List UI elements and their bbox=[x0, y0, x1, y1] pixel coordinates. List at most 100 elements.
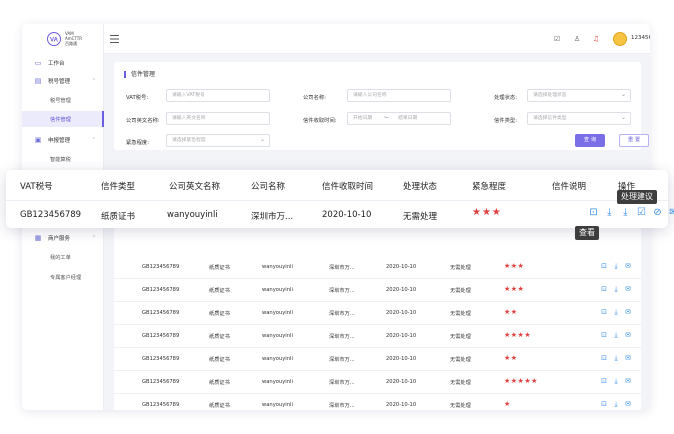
vat-cell: GB123456789 bbox=[142, 402, 180, 408]
merchant-icon: ▦ bbox=[34, 234, 42, 242]
cn-name-cell: 深圳市万... bbox=[329, 357, 355, 363]
mail-icon[interactable]: ✉ bbox=[624, 400, 632, 408]
sidebar-item-merchant[interactable]: ▦ 商户服务 ⌃ bbox=[22, 230, 104, 246]
monitor-icon: ▭ bbox=[34, 59, 42, 67]
range-separator: ～ bbox=[383, 116, 389, 121]
download-icon[interactable]: ⤓ bbox=[604, 207, 615, 218]
checklist-icon[interactable]: ☑ bbox=[553, 35, 561, 43]
vat-cell: GB123456789 bbox=[142, 356, 180, 362]
query-button[interactable]: 查 询 bbox=[575, 134, 605, 147]
suggest-icon[interactable]: ⊘ bbox=[652, 207, 663, 218]
download-icon[interactable]: ⤓ bbox=[620, 207, 631, 218]
urgency-stars: ★★★★★ bbox=[504, 377, 538, 385]
date-cell: 2020-10-10 bbox=[386, 356, 417, 362]
cn-name-cell: 深圳市万... bbox=[329, 380, 355, 386]
end-date[interactable]: 结束日期 bbox=[398, 116, 417, 121]
view-icon[interactable]: ⊡ bbox=[600, 354, 608, 362]
view-icon[interactable]: ⊡ bbox=[600, 400, 608, 408]
sidebar-item-workbench[interactable]: ▭ 工作台 bbox=[22, 55, 104, 71]
download-icon[interactable]: ⤓ bbox=[612, 331, 620, 339]
status-cell: 无需处理 bbox=[450, 357, 471, 363]
sidebar-item-tax[interactable]: ▤ 税号管理 ⌃ bbox=[22, 73, 104, 89]
check-icon[interactable]: ☑ bbox=[636, 207, 647, 218]
brand-text: VAM AmCTTR 百路通 bbox=[65, 31, 82, 46]
cn-name-cell: 深圳市万... bbox=[329, 403, 355, 409]
type-cell: 纸质证书 bbox=[209, 380, 230, 386]
time-label: 信件收取时间: bbox=[303, 118, 337, 124]
mail-icon[interactable]: ✉ bbox=[624, 354, 632, 362]
mail-icon[interactable]: ✉ bbox=[624, 262, 632, 270]
mail-icon[interactable]: ✉ bbox=[624, 308, 632, 316]
type-cell: 纸质证书 bbox=[209, 311, 230, 317]
tax-icon: ▤ bbox=[34, 77, 42, 85]
download-icon[interactable]: ⤓ bbox=[612, 400, 620, 408]
start-date[interactable]: 开始日期 bbox=[353, 116, 372, 121]
sidebar-subitem-calc[interactable]: 智能算税 bbox=[22, 151, 104, 167]
en-name-cell: wanyouyinli bbox=[167, 210, 218, 220]
cn-name-cell: 深圳市万... bbox=[329, 265, 355, 271]
urgency-stars: ★ bbox=[504, 400, 511, 408]
logo-icon: VA bbox=[47, 31, 61, 46]
letters-table: GB123456789 纸质证书 wanyouyinli 深圳市万... 2020-10… bbox=[114, 220, 641, 410]
date-cell: 2020-10-10 bbox=[386, 402, 417, 408]
mail-icon[interactable]: ✉ bbox=[624, 377, 632, 385]
date-cell: 2020-10-10 bbox=[386, 379, 417, 385]
date-range-input[interactable]: 开始日期 ～ 结束日期 bbox=[347, 112, 451, 125]
urgency-stars: ★★ bbox=[504, 354, 518, 362]
sidebar-subitem-tickets[interactable]: 我的工单 bbox=[22, 249, 104, 265]
view-icon[interactable]: ⊡ bbox=[600, 308, 608, 316]
mail-icon[interactable]: ✉ bbox=[668, 207, 674, 218]
status-select[interactable]: 请选择处理状态 bbox=[527, 89, 631, 102]
sidebar-subitem-letters[interactable]: 信件管理 bbox=[22, 111, 104, 127]
user-id[interactable]: 1234567891 bbox=[631, 35, 650, 41]
column-header: 信件收取时间 bbox=[322, 182, 374, 192]
sidebar-item-label: 税号管理 bbox=[48, 79, 71, 85]
urgency-select[interactable]: 请选择紧急程度 bbox=[166, 134, 270, 147]
en-name-cell: wanyouyinli bbox=[262, 264, 293, 270]
vat-input[interactable]: 请输入VAT税号 bbox=[166, 89, 270, 102]
type-select[interactable]: 请选择信件类型 bbox=[527, 112, 631, 125]
date-cell: 2020-10-10 bbox=[386, 264, 417, 270]
user-icon[interactable]: ♙ bbox=[573, 35, 581, 43]
sidebar-item-declare[interactable]: ▣ 申报管理 ⌃ bbox=[22, 132, 104, 148]
type-cell: 纸质证书 bbox=[209, 357, 230, 363]
sidebar-subitem-tax[interactable]: 税号管理 bbox=[22, 92, 104, 108]
view-icon[interactable]: ⊡ bbox=[600, 262, 608, 270]
row-actions: ⊡ ⤓ ✉ bbox=[600, 285, 632, 293]
avatar[interactable] bbox=[613, 32, 627, 46]
download-icon[interactable]: ⤓ bbox=[612, 377, 620, 385]
download-icon[interactable]: ⤓ bbox=[612, 354, 620, 362]
bell-icon[interactable]: ♫ bbox=[592, 35, 600, 43]
en-name-input[interactable]: 请输入英文名称 bbox=[166, 112, 270, 125]
urgency-stars: ★★★ bbox=[504, 262, 525, 270]
download-icon[interactable]: ⤓ bbox=[612, 262, 620, 270]
column-header: 处理状态 bbox=[403, 182, 438, 192]
sidebar-item-label: 商户服务 bbox=[48, 236, 71, 242]
cn-name-cell: 深圳市万... bbox=[329, 288, 355, 294]
view-icon[interactable]: ⊡ bbox=[600, 377, 608, 385]
vat-cell: GB123456789 bbox=[142, 379, 180, 385]
en-name-cell: wanyouyinli bbox=[262, 356, 293, 362]
menu-icon[interactable] bbox=[110, 35, 119, 43]
date-cell: 2020-10-10 bbox=[386, 333, 417, 339]
brand-line: 百路通 bbox=[65, 41, 77, 46]
vat-cell: GB123456789 bbox=[142, 333, 180, 339]
mail-icon[interactable]: ✉ bbox=[624, 331, 632, 339]
status-cell: 无需处理 bbox=[450, 311, 471, 317]
vat-cell: GB123456789 bbox=[142, 264, 180, 270]
table-row: GB123456789 纸质证书 wanyouyinli 深圳市万... 2020-10… bbox=[114, 371, 641, 394]
download-icon[interactable]: ⤓ bbox=[612, 285, 620, 293]
sidebar-subitem-manager[interactable]: 专属客户经理 bbox=[22, 269, 104, 285]
download-icon[interactable]: ⤓ bbox=[612, 308, 620, 316]
view-icon[interactable]: ⊡ bbox=[588, 207, 599, 218]
sidebar-item-label: 工作台 bbox=[48, 61, 65, 67]
view-icon[interactable]: ⊡ bbox=[600, 285, 608, 293]
company-input[interactable]: 请输入公司名称 bbox=[347, 89, 451, 102]
table-row: GB123456789 纸质证书 wanyouyinli 深圳市万... 2020-10… bbox=[114, 325, 641, 348]
mail-icon[interactable]: ✉ bbox=[624, 285, 632, 293]
view-icon[interactable]: ⊡ bbox=[600, 331, 608, 339]
date-cell: 2020-10-10 bbox=[322, 210, 372, 220]
reset-button[interactable]: 重 置 bbox=[619, 134, 649, 147]
en-name-cell: wanyouyinli bbox=[262, 287, 293, 293]
en-name-label: 公司英文名称: bbox=[126, 118, 160, 124]
